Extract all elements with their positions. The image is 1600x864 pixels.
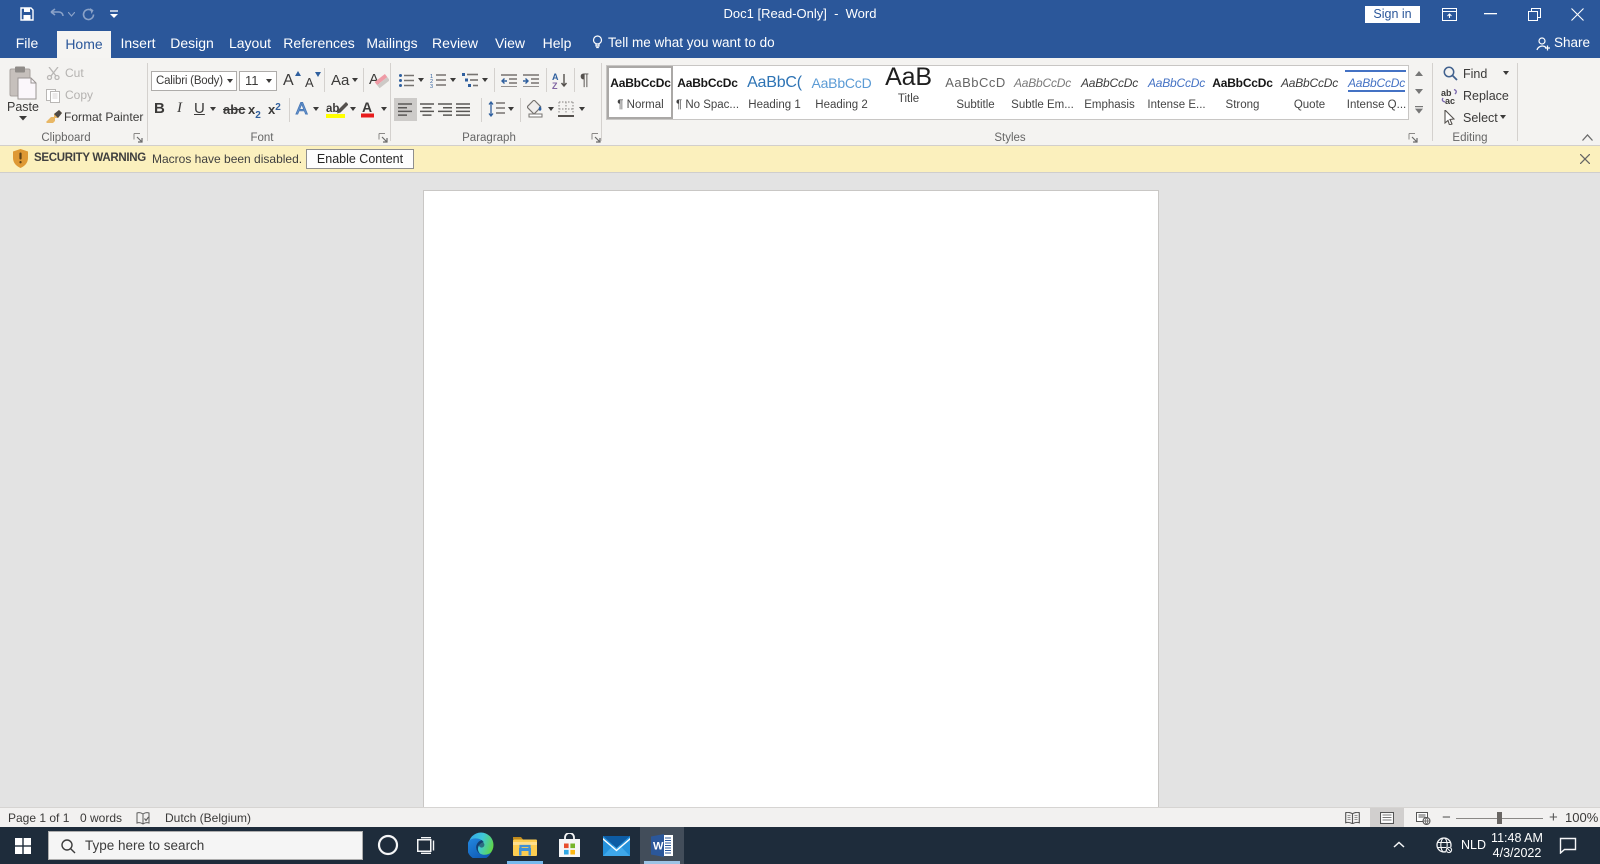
svg-text:Z: Z <box>552 81 558 89</box>
svg-text:W: W <box>653 841 664 853</box>
svg-text:3: 3 <box>430 84 433 88</box>
svg-text:A: A <box>362 99 372 115</box>
svg-text:ac: ac <box>1445 96 1455 104</box>
